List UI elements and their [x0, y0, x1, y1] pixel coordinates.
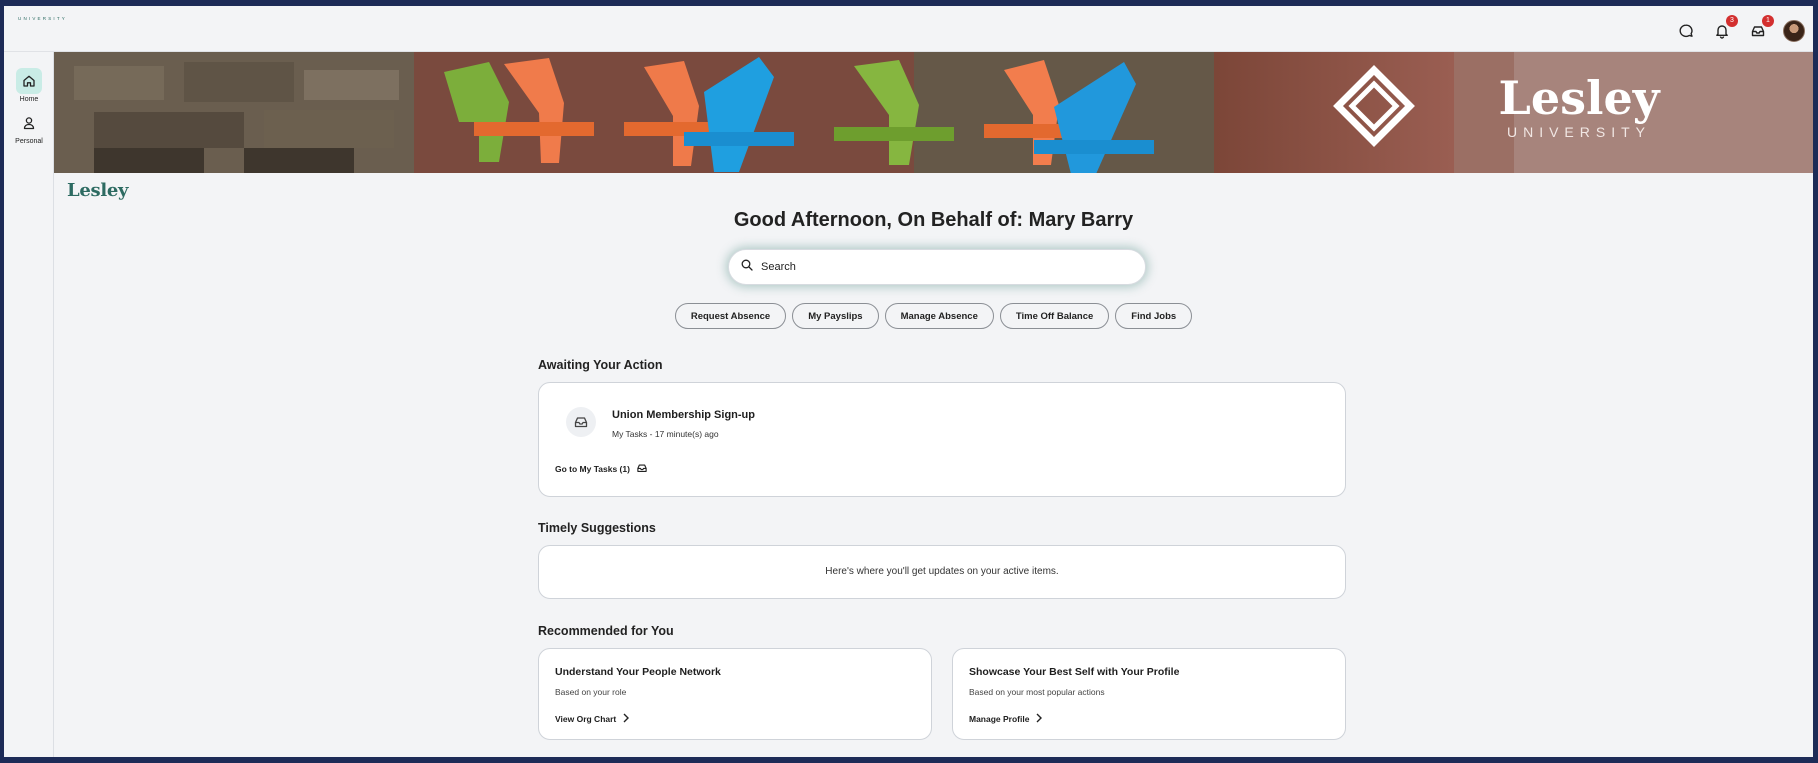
home-icon: [16, 68, 42, 94]
chevron-right-icon: [622, 713, 630, 725]
app-window: Lesley UNIVERSITY 3 1 Home Personal Lesl…: [4, 6, 1813, 757]
lesley-logo[interactable]: Lesley UNIVERSITY: [17, 15, 129, 200]
chat-icon[interactable]: [1675, 20, 1697, 42]
hero-banner: Lesley UNIVERSITY: [54, 52, 1813, 173]
top-icons: 3 1: [1663, 6, 1813, 52]
timely-card: Here's where you'll get updates on your …: [538, 545, 1346, 599]
recommended-card-subtitle: Based on your most popular actions: [969, 687, 1105, 697]
notifications-badge: 3: [1726, 15, 1738, 27]
inbox-icon: [636, 462, 648, 476]
task-card[interactable]: Union Membership Sign-up My Tasks - 17 m…: [538, 382, 1346, 497]
recommended-card-subtitle: Based on your role: [555, 687, 627, 697]
inbox-icon[interactable]: 1: [1747, 15, 1774, 42]
quick-actions: Request Absence My Payslips Manage Absen…: [54, 303, 1813, 329]
time-off-balance-button[interactable]: Time Off Balance: [999, 303, 1110, 329]
manage-profile-label: Manage Profile: [969, 714, 1030, 724]
manage-absence-button[interactable]: Manage Absence: [884, 303, 994, 329]
recommended-card-title: Understand Your People Network: [555, 666, 721, 678]
logo-subtext: UNIVERSITY: [18, 16, 68, 21]
avatar[interactable]: [1783, 20, 1805, 42]
recommended-section-title: Recommended for You: [538, 624, 674, 638]
sidebar: Home Personal: [4, 52, 54, 757]
sidebar-item-home[interactable]: Home: [4, 68, 54, 103]
sidebar-item-label: Home: [19, 96, 39, 103]
search-input[interactable]: [761, 261, 1121, 273]
main-content: Good Afternoon, On Behalf of: Mary Barry…: [54, 173, 1813, 757]
sidebar-item-personal[interactable]: Personal: [4, 110, 54, 145]
task-title[interactable]: Union Membership Sign-up: [612, 409, 755, 421]
search-icon: [741, 258, 753, 276]
manage-profile-link[interactable]: Manage Profile: [969, 713, 1043, 725]
search-box[interactable]: [728, 249, 1146, 285]
timely-empty-message: Here's where you'll get updates on your …: [825, 566, 1059, 577]
top-bar: Lesley UNIVERSITY 3 1: [4, 6, 1813, 200]
task-subtitle: My Tasks - 17 minute(s) ago: [612, 429, 719, 439]
greeting-title: Good Afternoon, On Behalf of: Mary Barry: [733, 209, 1134, 231]
go-to-my-tasks-label: Go to My Tasks (1): [555, 464, 630, 474]
banner-image: Lesley UNIVERSITY: [54, 52, 1813, 173]
my-payslips-button[interactable]: My Payslips: [792, 303, 879, 329]
sidebar-item-label: Personal: [15, 138, 43, 145]
request-absence-button[interactable]: Request Absence: [674, 303, 787, 329]
awaiting-section-title: Awaiting Your Action: [538, 358, 663, 372]
inbox-icon: [566, 407, 596, 437]
recommended-card[interactable]: Showcase Your Best Self with Your Profil…: [952, 648, 1346, 740]
bell-icon[interactable]: 3: [1711, 15, 1738, 42]
recommended-card-title: Showcase Your Best Self with Your Profil…: [969, 666, 1180, 678]
recommended-card[interactable]: Understand Your People Network Based on …: [538, 648, 932, 740]
find-jobs-button[interactable]: Find Jobs: [1115, 303, 1193, 329]
view-org-chart-label: View Org Chart: [555, 714, 617, 724]
chevron-right-icon: [1035, 713, 1043, 725]
person-icon: [16, 110, 42, 136]
go-to-my-tasks-link[interactable]: Go to My Tasks (1): [555, 462, 648, 476]
timely-section-title: Timely Suggestions: [538, 521, 656, 535]
banner-logo-subtext: UNIVERSITY: [1507, 124, 1651, 140]
inbox-badge: 1: [1762, 15, 1774, 27]
banner-logo-text: Lesley: [1499, 71, 1661, 125]
view-org-chart-link[interactable]: View Org Chart: [555, 713, 630, 725]
